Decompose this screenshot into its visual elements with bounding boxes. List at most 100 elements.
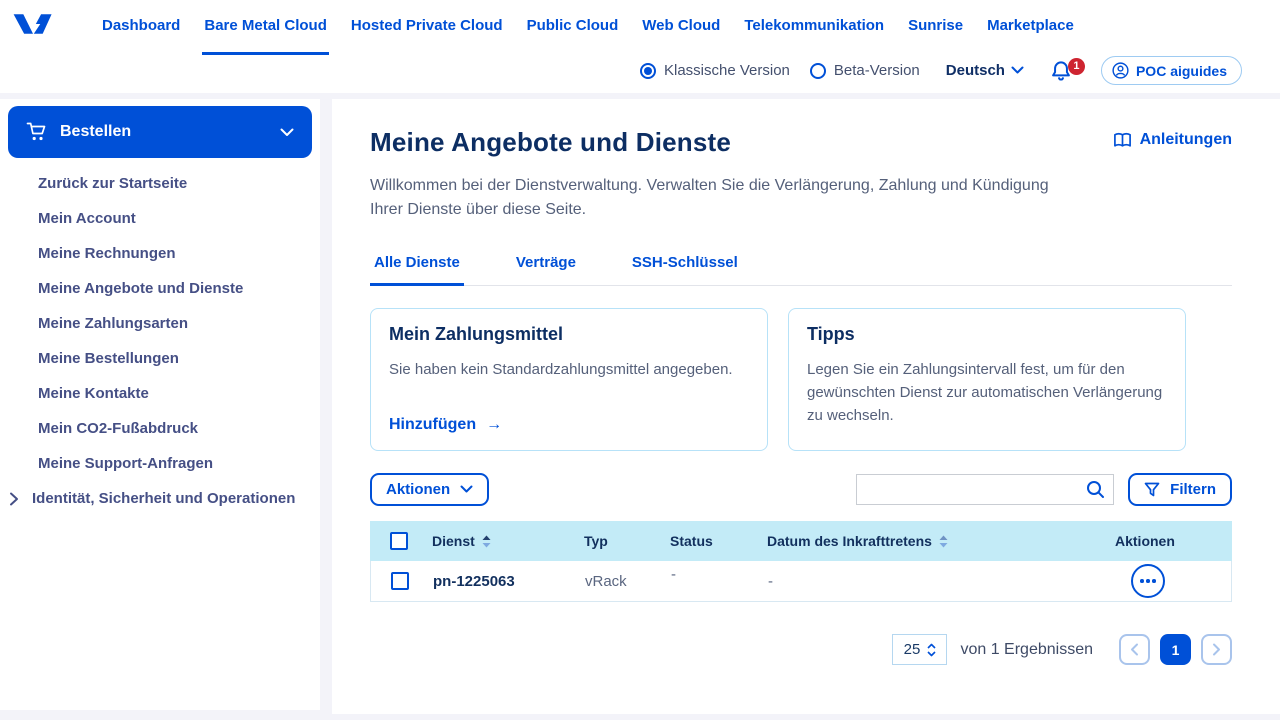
chevron-right-icon — [8, 492, 20, 506]
classic-version-radio[interactable]: Klassische Version — [640, 62, 790, 79]
funnel-icon — [1144, 482, 1160, 497]
payment-card-body: Sie haben kein Standardzahlungsmittel an… — [389, 358, 747, 381]
sidebar-item-kontakte[interactable]: Meine Kontakte — [0, 376, 320, 411]
sidebar-item-co2[interactable]: Mein CO2-Fußabdruck — [0, 411, 320, 446]
sidebar-item-support[interactable]: Meine Support-Anfragen — [0, 446, 320, 481]
actions-dropdown-button[interactable]: Aktionen — [370, 473, 489, 506]
column-header-label: Status — [670, 533, 713, 549]
guides-link-label: Anleitungen — [1140, 131, 1232, 149]
results-count-text: von 1 Ergebnissen — [960, 641, 1093, 659]
filter-button-label: Filtern — [1170, 481, 1216, 498]
column-header-label: Datum des Inkrafttretens — [767, 533, 932, 549]
main-content: Meine Angebote und Dienste Anleitungen W… — [332, 99, 1280, 714]
row-actions-button[interactable] — [1131, 564, 1165, 598]
actions-button-label: Aktionen — [386, 481, 450, 498]
tab-vertraege[interactable]: Verträge — [512, 254, 580, 285]
nav-telekommunikation[interactable]: Telekommunikation — [732, 2, 896, 46]
sort-icon — [482, 535, 491, 548]
language-label: Deutsch — [946, 62, 1005, 79]
chevron-down-icon — [460, 485, 473, 494]
beta-version-label: Beta-Version — [834, 62, 920, 79]
ellipsis-icon — [1140, 579, 1144, 583]
order-button-label: Bestellen — [60, 123, 131, 141]
payment-method-card: Mein Zahlungsmittel Sie haben kein Stand… — [370, 308, 768, 451]
tab-alle-dienste[interactable]: Alle Dienste — [370, 254, 464, 285]
language-selector[interactable]: Deutsch — [946, 62, 1024, 79]
nav-marketplace[interactable]: Marketplace — [975, 2, 1086, 46]
column-header-label: Dienst — [432, 533, 475, 549]
page-subtitle: Willkommen bei der Dienstverwaltung. Ver… — [370, 174, 1070, 222]
column-header-label: Typ — [584, 533, 608, 549]
arrow-right-icon: → — [486, 416, 502, 434]
pagination: 25 von 1 Ergebnissen 1 — [370, 634, 1232, 665]
account-label: POC aiguides — [1136, 63, 1227, 79]
nav-hosted-private-cloud[interactable]: Hosted Private Cloud — [339, 2, 515, 46]
nav-bare-metal-cloud[interactable]: Bare Metal Cloud — [192, 2, 339, 46]
sort-icon — [939, 535, 948, 548]
sidebar-menu: Zurück zur Startseite Mein Account Meine… — [0, 166, 320, 516]
column-header-datum[interactable]: Datum des Inkrafttretens — [767, 533, 1115, 549]
sidebar-item-rechnungen[interactable]: Meine Rechnungen — [0, 236, 320, 271]
beta-version-radio[interactable]: Beta-Version — [810, 62, 920, 79]
next-page-button[interactable] — [1201, 634, 1232, 665]
notifications-button[interactable]: 1 — [1050, 60, 1085, 82]
sidebar-item-bestellungen[interactable]: Meine Bestellungen — [0, 341, 320, 376]
nav-sunrise[interactable]: Sunrise — [896, 2, 975, 46]
tips-card-title: Tipps — [807, 324, 1165, 345]
select-all-checkbox[interactable] — [390, 532, 408, 550]
services-table: Dienst Typ Status Datum des Inkrafttrete… — [370, 521, 1232, 602]
table-row: pn-1225063 vRack - - — [370, 561, 1232, 602]
column-header-label: Aktionen — [1115, 533, 1175, 549]
nav-dashboard[interactable]: Dashboard — [90, 2, 192, 46]
chevron-left-icon — [1130, 643, 1139, 656]
page-1-button[interactable]: 1 — [1160, 634, 1191, 665]
previous-page-button[interactable] — [1119, 634, 1150, 665]
account-button[interactable]: POC aiguides — [1101, 56, 1242, 85]
service-status: - — [671, 566, 768, 583]
sidebar-item-zahlungsarten[interactable]: Meine Zahlungsarten — [0, 306, 320, 341]
search-input[interactable] — [867, 482, 1086, 498]
service-date: - — [768, 573, 1116, 590]
user-icon — [1112, 62, 1129, 79]
classic-version-label: Klassische Version — [664, 62, 790, 79]
sidebar-item-label: Identität, Sicherheit und Operationen — [32, 490, 295, 507]
search-field — [856, 474, 1114, 505]
ovhcloud-logo[interactable] — [12, 9, 54, 39]
service-type: vRack — [585, 573, 671, 590]
notification-badge: 1 — [1068, 58, 1085, 75]
page-title: Meine Angebote und Dienste — [370, 127, 731, 158]
column-header-typ: Typ — [584, 533, 670, 549]
add-payment-link[interactable]: Hinzufügen → — [389, 416, 747, 434]
nav-web-cloud[interactable]: Web Cloud — [630, 2, 732, 46]
guides-link[interactable]: Anleitungen — [1113, 131, 1232, 149]
chevron-right-icon — [1212, 643, 1221, 656]
column-header-status: Status — [670, 533, 767, 549]
page-body: Bestellen Zurück zur Startseite Mein Acc… — [0, 93, 1280, 714]
sidebar-item-account[interactable]: Mein Account — [0, 201, 320, 236]
chevron-down-icon — [280, 128, 294, 137]
sidebar-item-identitaet[interactable]: Identität, Sicherheit und Operationen — [0, 481, 320, 516]
payment-card-title: Mein Zahlungsmittel — [389, 324, 747, 345]
nav-public-cloud[interactable]: Public Cloud — [515, 2, 631, 46]
column-header-dienst[interactable]: Dienst — [432, 533, 584, 549]
tips-card-body: Legen Sie ein Zahlungsintervall fest, um… — [807, 358, 1165, 427]
page-size-select[interactable]: 25 — [892, 634, 947, 665]
tab-ssh-schluessel[interactable]: SSH-Schlüssel — [628, 254, 742, 285]
sidebar: Bestellen Zurück zur Startseite Mein Acc… — [0, 99, 320, 710]
table-toolbar: Aktionen Filtern — [370, 473, 1232, 506]
table-header-row: Dienst Typ Status Datum des Inkrafttrete… — [370, 521, 1232, 561]
tab-bar: Alle Dienste Verträge SSH-Schlüssel — [370, 254, 1232, 286]
sidebar-item-angebote-dienste[interactable]: Meine Angebote und Dienste — [0, 271, 320, 306]
row-checkbox[interactable] — [391, 572, 409, 590]
service-name-link[interactable]: pn-1225063 — [433, 573, 585, 590]
sidebar-item-startseite[interactable]: Zurück zur Startseite — [0, 166, 320, 201]
order-button[interactable]: Bestellen — [8, 106, 312, 158]
search-icon[interactable] — [1086, 480, 1105, 499]
page-size-value: 25 — [904, 641, 921, 658]
filter-button[interactable]: Filtern — [1128, 473, 1232, 506]
utility-bar: Klassische Version Beta-Version Deutsch … — [0, 48, 1280, 93]
chevron-down-icon — [1011, 66, 1024, 75]
tips-card: Tipps Legen Sie ein Zahlungsintervall fe… — [788, 308, 1186, 451]
add-payment-link-label: Hinzufügen — [389, 416, 476, 434]
radio-unselected-icon — [810, 63, 826, 79]
